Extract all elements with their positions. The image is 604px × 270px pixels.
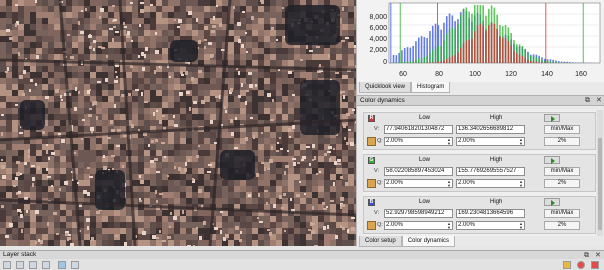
v-low-input[interactable]: 77.940618201304872 — [384, 125, 453, 134]
y-tick-label: 4,000 — [369, 36, 387, 43]
link-icon[interactable] — [367, 137, 376, 146]
spin-arrows-icon[interactable]: ▲ ▼ — [447, 222, 451, 229]
two-percent-button[interactable]: 2% — [544, 137, 580, 146]
x-tick-label: 80 — [435, 71, 443, 78]
color-dynamics-header: Color dynamics ⧉ ✕ — [357, 95, 604, 106]
low-header: Low — [419, 115, 431, 121]
layer-stack-title: Layer stack — [3, 251, 37, 258]
layer-projection-icon[interactable] — [58, 261, 66, 269]
app-window: 8,000 6,000 4,000 2,000 0 60 80 100 120 … — [0, 0, 604, 270]
q-label: Q: — [377, 138, 383, 144]
y-tick-label: 6,000 — [369, 25, 387, 32]
layer-edit-icon[interactable] — [563, 261, 571, 269]
tab-color-dynamics[interactable]: Color dynamics — [401, 236, 456, 247]
bottom-tabbar: Color setup Color dynamics — [359, 236, 456, 247]
tab-quicklook-view[interactable]: Quicklook view — [359, 82, 412, 93]
minmax-button[interactable]: min/Max — [544, 167, 580, 176]
q-label: Q: — [377, 222, 383, 228]
layer-stack-toolbar — [0, 259, 604, 270]
apply-button[interactable] — [544, 114, 560, 122]
q-high-input[interactable]: 2.00% ▲ ▼ — [456, 221, 525, 230]
layer-remove-icon[interactable] — [591, 261, 599, 269]
spin-arrows-icon[interactable]: ▲ ▼ — [519, 180, 523, 187]
tab-color-setup[interactable]: Color setup — [359, 236, 402, 247]
histogram-chart: 8,000 6,000 4,000 2,000 0 60 80 100 120 … — [369, 2, 601, 78]
two-percent-button[interactable]: 2% — [544, 221, 580, 230]
v-label: V: — [374, 126, 379, 132]
color-dynamics-body: R Low High V: 77.940618201304872 136.340… — [363, 110, 596, 236]
v-label: V: — [374, 210, 379, 216]
x-tick-label: 140 — [541, 71, 553, 78]
x-tick-label: 160 — [575, 71, 587, 78]
spin-arrows-icon[interactable]: ▲ ▼ — [519, 222, 523, 229]
y-tick-label: 8,000 — [369, 14, 387, 21]
channel-badge-red: R — [368, 115, 375, 122]
low-header: Low — [419, 157, 431, 163]
layer-bottom-icon[interactable] — [42, 261, 50, 269]
minmax-button[interactable]: min/Max — [544, 209, 580, 218]
minmax-button[interactable]: min/Max — [544, 125, 580, 134]
x-tick-label: 60 — [399, 71, 407, 78]
y-tick-label: 0 — [383, 59, 387, 66]
q-low-input[interactable]: 2.00% ▲ ▼ — [384, 137, 453, 146]
histogram-view[interactable]: 8,000 6,000 4,000 2,000 0 60 80 100 120 … — [357, 0, 604, 82]
scrollbar-thumb[interactable] — [598, 138, 602, 230]
satellite-image[interactable] — [0, 0, 356, 246]
layer-top-icon[interactable] — [29, 261, 37, 269]
channel-red: R Low High V: 77.940618201304872 136.340… — [363, 112, 596, 150]
v-high-input[interactable]: 169.2304813664596 — [456, 209, 525, 218]
low-header: Low — [419, 199, 431, 205]
x-tick-label: 100 — [469, 71, 481, 78]
link-icon[interactable] — [367, 221, 376, 230]
high-header: High — [490, 199, 503, 205]
spin-arrows-icon[interactable]: ▲ ▼ — [447, 180, 451, 187]
layer-up-icon[interactable] — [3, 261, 11, 269]
v-low-input[interactable]: 52.929798598949212 — [384, 209, 453, 218]
two-percent-button[interactable]: 2% — [544, 179, 580, 188]
x-tick-label: 120 — [505, 71, 517, 78]
float-icon[interactable]: ⧉ — [585, 96, 590, 105]
q-high-input[interactable]: 2.00% ▲ ▼ — [456, 137, 525, 146]
spin-arrows-icon[interactable]: ▲ ▼ — [447, 138, 451, 145]
layer-delete-icon[interactable] — [577, 261, 585, 269]
spin-arrows-icon[interactable]: ▲ ▼ — [519, 138, 523, 145]
channel-blue: B Low High V: 52.929798598949212 169.230… — [363, 196, 596, 234]
v-low-input[interactable]: 58.022085897453024 — [384, 167, 453, 176]
q-low-input[interactable]: 2.00% ▲ ▼ — [384, 221, 453, 230]
y-tick-label: 2,000 — [369, 47, 387, 54]
v-high-input[interactable]: 155.77692695557527 — [456, 167, 525, 176]
q-high-input[interactable]: 2.00% ▲ ▼ — [456, 179, 525, 188]
high-header: High — [490, 157, 503, 163]
apply-button[interactable] — [544, 198, 560, 206]
channel-badge-blue: B — [368, 199, 375, 206]
apply-button[interactable] — [544, 156, 560, 164]
image-viewer[interactable] — [0, 0, 356, 246]
right-panel: 8,000 6,000 4,000 2,000 0 60 80 100 120 … — [356, 0, 604, 247]
panel-title: Color dynamics — [360, 97, 405, 104]
q-low-input[interactable]: 2.00% ▲ ▼ — [384, 179, 453, 188]
channel-green: G Low High V: 58.022085897453024 155.776… — [363, 154, 596, 192]
layer-stack-header: Layer stack ⧉ ✕ — [0, 250, 604, 259]
q-label: Q: — [377, 180, 383, 186]
layer-settings-icon[interactable] — [71, 261, 79, 269]
high-header: High — [490, 115, 503, 121]
link-icon[interactable] — [367, 179, 376, 188]
panel-scrollbar[interactable] — [597, 110, 603, 236]
view-tabbar: Quicklook view Histogram — [359, 82, 451, 93]
v-label: V: — [374, 168, 379, 174]
close-icon[interactable]: ✕ — [596, 96, 602, 105]
v-high-input[interactable]: 136.3402656689812 — [456, 125, 525, 134]
tab-histogram[interactable]: Histogram — [411, 82, 451, 93]
layer-down-icon[interactable] — [16, 261, 24, 269]
channel-badge-green: G — [368, 157, 375, 164]
